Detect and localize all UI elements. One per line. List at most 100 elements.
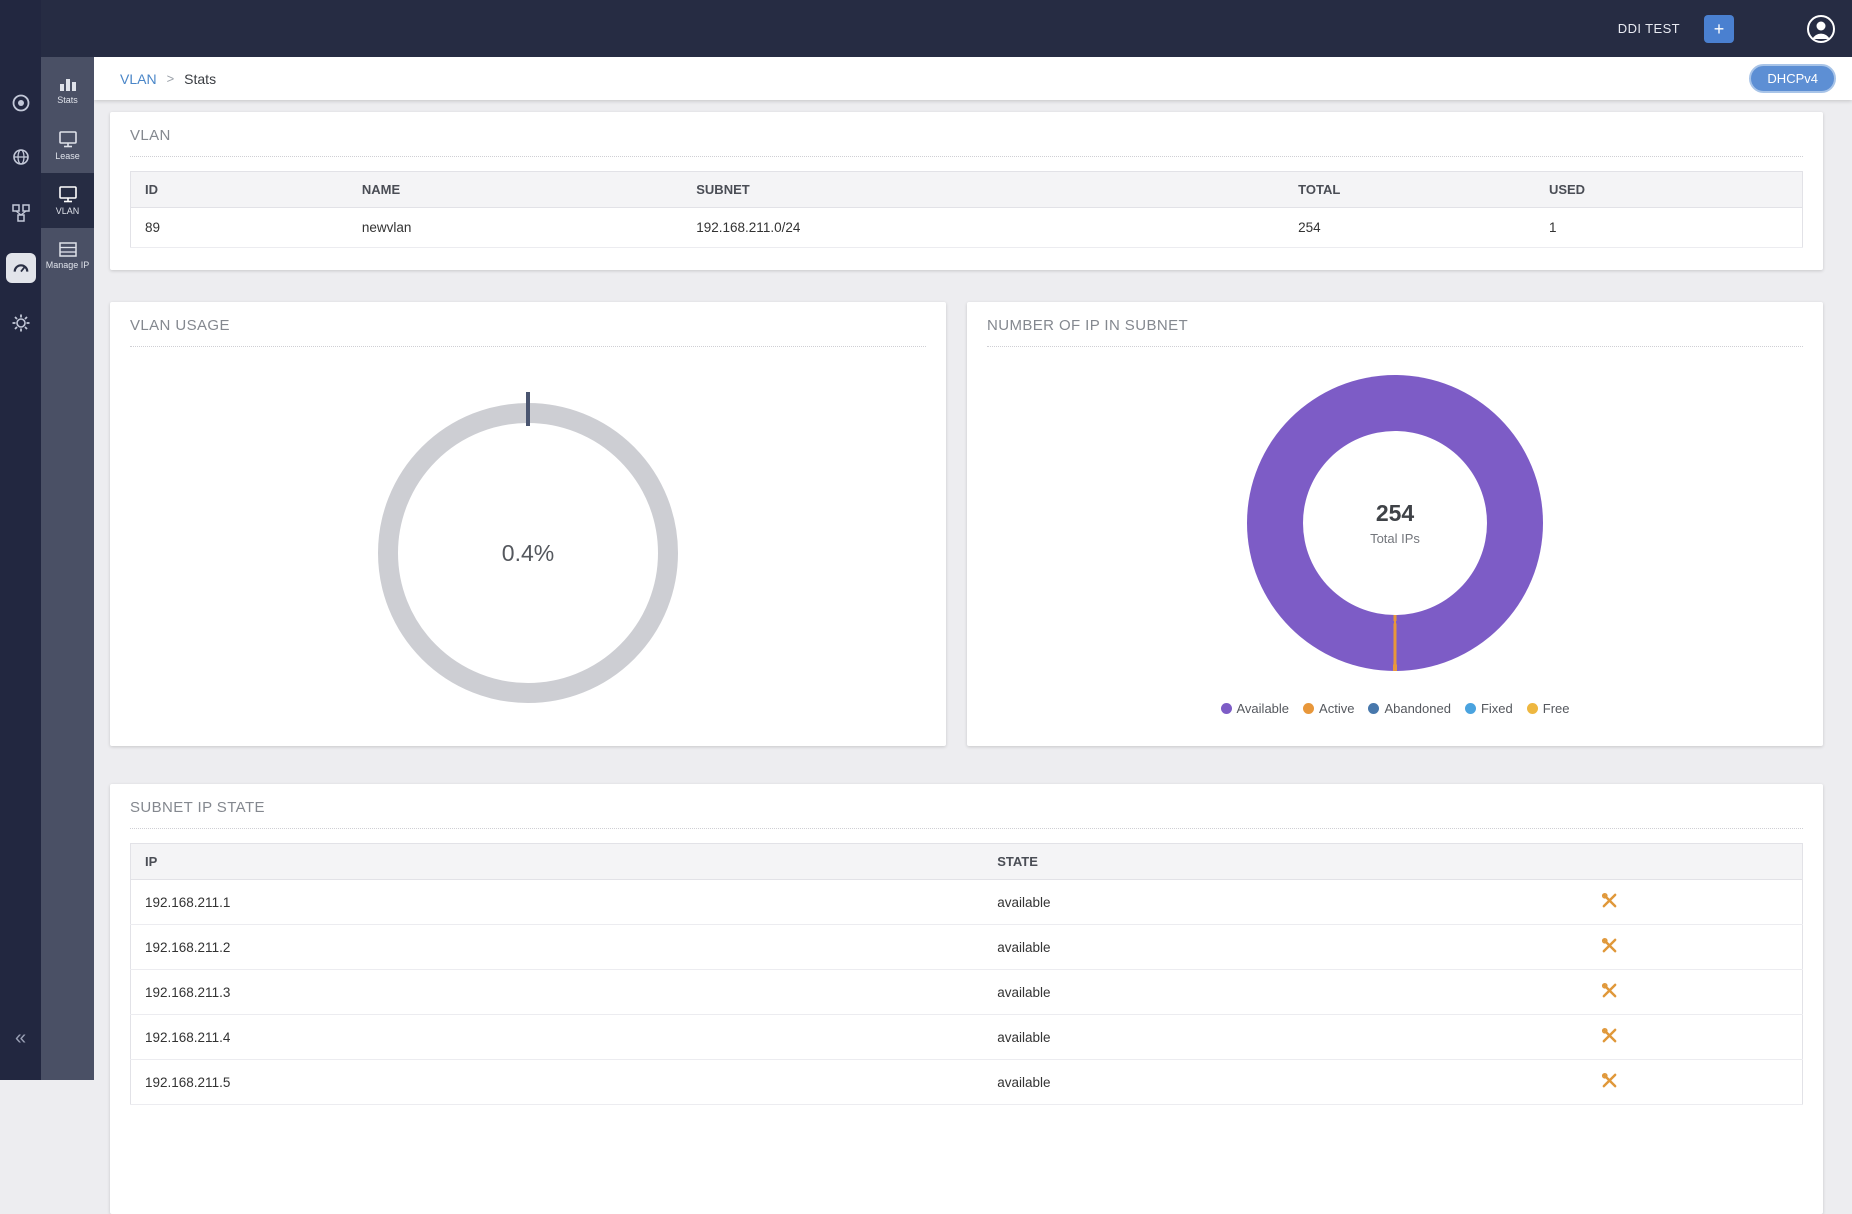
action-col-header (1418, 844, 1803, 880)
action-cell (1418, 925, 1803, 970)
legend-label: Available (1237, 701, 1290, 716)
divider (987, 346, 1803, 347)
ip-cell: 192.168.211.4 (131, 1015, 984, 1060)
workspace-label: DDI TEST (1618, 21, 1680, 36)
module-dns-globe-icon[interactable] (4, 135, 38, 181)
table-cell: newvlan (348, 208, 682, 248)
state-cell: available (983, 925, 1418, 970)
subnet-donut-chart: 254 Total IPs (1247, 375, 1543, 671)
sidebar: Stats Lease VLAN Manage IP (41, 57, 94, 1080)
breadcrumb-current: Stats (184, 71, 216, 87)
donut-center: 254 Total IPs (1303, 431, 1487, 615)
table-cell: 1 (1535, 208, 1803, 248)
legend-dot (1303, 703, 1314, 714)
vlan-usage-title: VLAN USAGE (110, 302, 946, 346)
legend-item[interactable]: Free (1527, 701, 1570, 716)
list-icon (59, 242, 77, 257)
breadcrumb-parent-link[interactable]: VLAN (120, 71, 157, 87)
divider (130, 828, 1803, 829)
ip-cell: 192.168.211.3 (131, 970, 984, 1015)
legend-dot (1368, 703, 1379, 714)
sidebar-collapse-button[interactable]: « (0, 1027, 41, 1050)
vlan-col-used: USED (1535, 172, 1803, 208)
subnet-ip-state-card: SUBNET IP STATE IP STATE 192.168.211.1av… (110, 784, 1823, 1214)
module-dashboard-icon[interactable] (4, 80, 38, 126)
action-cell (1418, 970, 1803, 1015)
table-row: 192.168.211.2available (131, 925, 1803, 970)
table-cell: 254 (1284, 208, 1535, 248)
tools-icon[interactable] (1601, 1072, 1618, 1092)
ip-state-table: IP STATE 192.168.211.1available192.168.2… (130, 843, 1803, 1105)
vlan-col-name: NAME (348, 172, 682, 208)
breadcrumb-separator: > (167, 71, 175, 86)
legend-dot (1527, 703, 1538, 714)
top-bar: DDI TEST + (0, 0, 1852, 57)
donut-active-marker (1394, 615, 1397, 671)
sidebar-item-stats[interactable]: Stats (41, 63, 94, 118)
vlan-col-id: ID (131, 172, 348, 208)
module-dhcp-gauge-icon[interactable] (6, 253, 36, 283)
legend-label: Free (1543, 701, 1570, 716)
ip-cell: 192.168.211.1 (131, 880, 984, 925)
vlan-usage-card: VLAN USAGE 0.4% (110, 302, 946, 746)
sidebar-item-manage-ip[interactable]: Manage IP (41, 228, 94, 283)
table-row: 192.168.211.5available (131, 1060, 1803, 1105)
divider (130, 156, 1803, 157)
legend-item[interactable]: Abandoned (1368, 701, 1451, 716)
subnet-ip-title: NUMBER OF IP IN SUBNET (967, 302, 1823, 346)
state-cell: available (983, 1015, 1418, 1060)
table-row: 192.168.211.4available (131, 1015, 1803, 1060)
monitor-icon (59, 186, 77, 203)
sidebar-item-vlan[interactable]: VLAN (41, 173, 94, 228)
dhcp-mode-pill[interactable]: DHCPv4 (1749, 64, 1836, 93)
table-cell: 192.168.211.0/24 (682, 208, 1284, 248)
vlan-card-title: VLAN (110, 112, 1823, 156)
legend-item[interactable]: Fixed (1465, 701, 1513, 716)
vlan-card: VLAN ID NAME SUBNET TOTAL USED 89newvlan… (110, 112, 1823, 270)
state-cell: available (983, 880, 1418, 925)
divider (130, 346, 926, 347)
vlan-col-total: TOTAL (1284, 172, 1535, 208)
sidebar-item-lease[interactable]: Lease (41, 118, 94, 173)
ip-cell: 192.168.211.5 (131, 1060, 984, 1105)
gauge-ring: 0.4% (378, 403, 678, 703)
action-cell (1418, 1015, 1803, 1060)
user-avatar-icon[interactable] (1806, 14, 1836, 44)
bar-chart-icon (59, 76, 77, 92)
add-button[interactable]: + (1704, 15, 1734, 43)
legend-dot (1465, 703, 1476, 714)
table-row: 192.168.211.1available (131, 880, 1803, 925)
legend-label: Active (1319, 701, 1354, 716)
legend-item[interactable]: Active (1303, 701, 1354, 716)
ip-cell: 192.168.211.2 (131, 925, 984, 970)
ip-state-table-body: 192.168.211.1available192.168.211.2avail… (131, 880, 1803, 1105)
tools-icon[interactable] (1601, 982, 1618, 1002)
vlan-usage-gauge-chart: 0.4% (378, 403, 678, 703)
donut-total-value: 254 (1376, 500, 1414, 527)
legend-item[interactable]: Available (1221, 701, 1290, 716)
action-cell (1418, 880, 1803, 925)
table-row: 192.168.211.3available (131, 970, 1803, 1015)
subnet-ip-state-title: SUBNET IP STATE (110, 784, 1823, 828)
table-cell: 89 (131, 208, 348, 248)
donut-total-label: Total IPs (1370, 531, 1420, 546)
vlan-table: ID NAME SUBNET TOTAL USED 89newvlan192.1… (130, 171, 1803, 248)
state-cell: available (983, 1060, 1418, 1105)
legend-dot (1221, 703, 1232, 714)
monitor-icon (59, 131, 77, 148)
gauge-tick (526, 392, 530, 426)
tools-icon[interactable] (1601, 937, 1618, 957)
action-cell (1418, 1060, 1803, 1105)
table-row: 89newvlan192.168.211.0/242541 (131, 208, 1803, 248)
state-col-header: STATE (983, 844, 1418, 880)
module-ipam-icon[interactable] (4, 190, 38, 236)
module-strip: « (0, 0, 41, 1080)
module-settings-gear-icon[interactable] (4, 300, 38, 346)
gauge-value: 0.4% (502, 540, 554, 567)
ip-col-header: IP (131, 844, 984, 880)
breadcrumb-bar: VLAN > Stats DHCPv4 (94, 57, 1852, 100)
tools-icon[interactable] (1601, 1027, 1618, 1047)
donut-legend: Available Active Abandoned Fixed Free (967, 701, 1823, 716)
tools-icon[interactable] (1601, 892, 1618, 912)
vlan-col-subnet: SUBNET (682, 172, 1284, 208)
